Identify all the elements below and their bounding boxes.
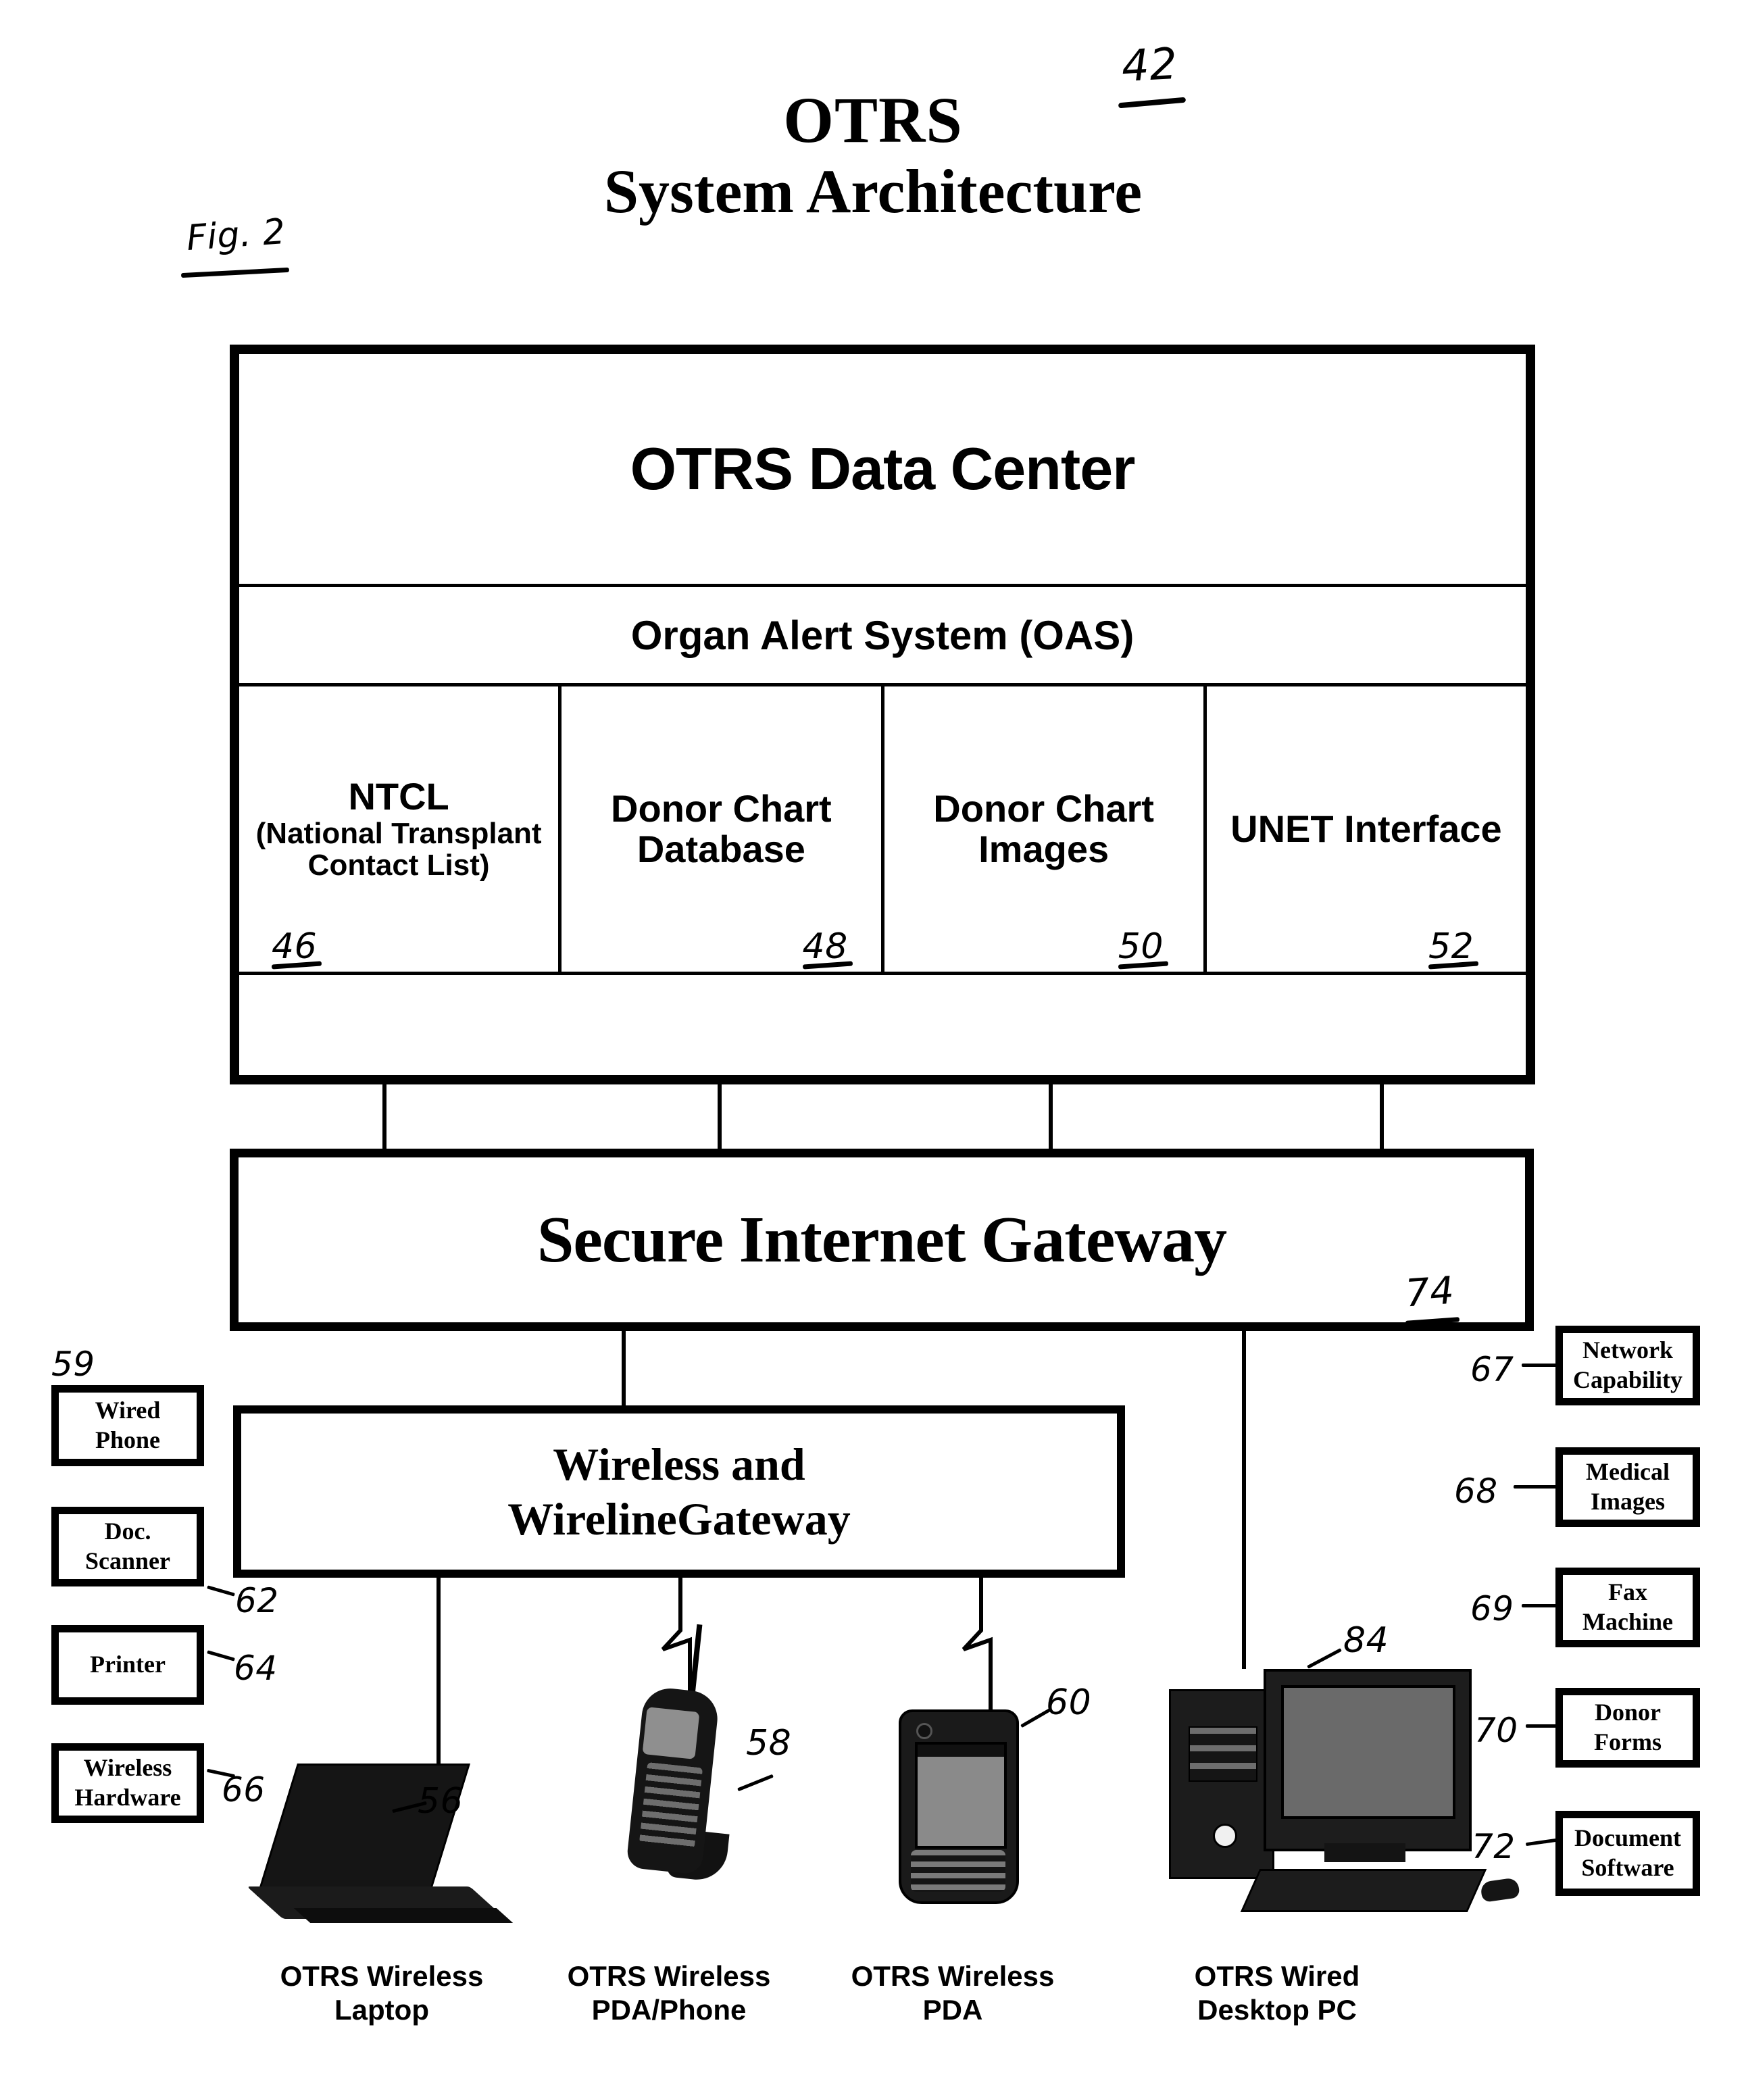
peripheral-box-donor-forms: Donor Forms (1555, 1688, 1700, 1768)
peripheral-label-printer: Printer (90, 1651, 166, 1678)
pda-indicator-dot (916, 1723, 932, 1739)
caption-otrs-wireless-pda-phone: OTRS Wireless PDA/Phone (567, 1960, 771, 2026)
wireless-wireline-gateway-line1: Wireless and (553, 1439, 805, 1491)
pc-drive-bays (1189, 1726, 1257, 1782)
peripheral-label-wireless-hardware: Wireless Hardware (74, 1754, 181, 1811)
pc-monitor-screen (1281, 1685, 1455, 1819)
connector-sig-wireless-gateway (622, 1331, 626, 1407)
peripheral-box-network-capability: Network Capability (1555, 1326, 1700, 1405)
reference-numeral-42: 42 (1120, 39, 1179, 93)
laptop-illustration (247, 1764, 549, 1966)
connector-sig-desktop-pc (1242, 1331, 1246, 1669)
pda-status-bar (918, 1745, 1004, 1757)
diagram-title-line2: System Architecture (603, 157, 1143, 226)
pda-illustration (899, 1709, 1034, 1912)
caption-otrs-wired-desktop-pc: OTRS Wired Desktop PC (1194, 1960, 1360, 2026)
connector-dc-sig-1 (382, 1084, 386, 1149)
peripheral-box-printer: Printer (51, 1625, 204, 1705)
diagram-title-line1: OTRS (783, 84, 963, 156)
pc-mouse (1480, 1877, 1520, 1903)
pc-monitor-stand (1324, 1843, 1405, 1862)
reference-numeral-67: 67 (1470, 1350, 1514, 1389)
reference-numeral-52: 52 (1428, 926, 1479, 970)
connector-dc-sig-3 (1049, 1084, 1053, 1149)
subsystem-cell-donor-chart-images: Donor Chart Images 50 (884, 686, 1207, 972)
reference-numeral-68: 68 (1454, 1472, 1498, 1511)
peripheral-label-network-capability: Network Capability (1572, 1336, 1683, 1393)
reference-numeral-66: 66 (222, 1770, 266, 1809)
pda-body (899, 1709, 1019, 1904)
peripheral-label-document-software: Document Software (1574, 1824, 1681, 1881)
data-center-title-row: OTRS Data Center (239, 354, 1526, 587)
phone-keypad (639, 1762, 703, 1849)
leader-line-62 (207, 1585, 235, 1597)
peripheral-label-donor-forms: Donor Forms (1594, 1699, 1662, 1755)
data-center-title: OTRS Data Center (630, 435, 1136, 502)
leader-line-67 (1522, 1364, 1557, 1367)
subsystem-label-sub: (National Transplant Contact List) (255, 816, 542, 882)
reference-numeral-56: 56 (418, 1781, 464, 1822)
peripheral-label-doc-scanner: Doc. Scanner (85, 1518, 170, 1574)
subsystem-label-donor-chart-images: Donor Chart Images (933, 786, 1154, 870)
secure-internet-gateway-title: Secure Internet Gateway (537, 1203, 1227, 1276)
desktop-pc-illustration (1169, 1669, 1534, 1939)
pc-tower (1169, 1689, 1274, 1879)
peripheral-box-wireless-hardware: Wireless Hardware (51, 1743, 204, 1823)
wireless-wireline-gateway-box: Wireless and WirelineGateway (233, 1405, 1125, 1578)
wireless-wireline-gateway-line2: WirelineGateway (507, 1493, 851, 1545)
organ-alert-system-title: Organ Alert System (OAS) (630, 612, 1134, 658)
reference-numeral-74: 74 (1403, 1268, 1456, 1316)
diagram-title: OTRS System Architecture (0, 88, 1746, 230)
leader-line-64 (207, 1650, 235, 1661)
figure-label-underline (180, 267, 290, 278)
connector-wg-laptop (436, 1578, 441, 1780)
subsystem-label-donor-chart-database: Donor Chart Database (611, 786, 832, 870)
peripheral-label-fax-machine: Fax Machine (1582, 1578, 1673, 1635)
subsystem-cell-donor-chart-database: Donor Chart Database 48 (562, 686, 884, 972)
peripheral-box-medical-images: Medical Images (1555, 1447, 1700, 1527)
pc-keyboard (1240, 1869, 1487, 1912)
connector-dc-sig-2 (718, 1084, 722, 1149)
peripheral-box-wired-phone: Wired Phone (51, 1385, 204, 1466)
organ-alert-system-row: Organ Alert System (OAS) (239, 587, 1526, 686)
phone-screen (642, 1707, 700, 1759)
pc-power-button (1213, 1824, 1237, 1848)
reference-numeral-64: 64 (234, 1649, 278, 1688)
reference-numeral-58: 58 (746, 1723, 792, 1764)
data-center-bottom-strip (239, 975, 1526, 1075)
peripheral-label-wired-phone: Wired Phone (95, 1397, 161, 1453)
leader-line-69 (1522, 1604, 1557, 1607)
pda-phone-illustration (626, 1624, 791, 1932)
laptop-keyboard (293, 1908, 514, 1923)
leader-line-68 (1514, 1485, 1557, 1489)
reference-numeral-84: 84 (1343, 1620, 1389, 1661)
caption-otrs-wireless-pda: OTRS Wireless PDA (851, 1960, 1055, 2026)
reference-numeral-46: 46 (271, 926, 322, 970)
reference-numeral-59: 59 (51, 1345, 95, 1384)
connector-dc-sig-4 (1380, 1084, 1384, 1149)
reference-numeral-50: 50 (1118, 926, 1168, 970)
otrs-data-center-box: OTRS Data Center Organ Alert System (OAS… (230, 345, 1535, 1084)
reference-numeral-69: 69 (1470, 1589, 1514, 1628)
reference-numeral-48: 48 (802, 926, 853, 970)
subsystem-cell-ntcl: NTCL (National Transplant Contact List) … (239, 686, 562, 972)
pc-monitor (1264, 1669, 1472, 1851)
secure-internet-gateway-box: Secure Internet Gateway (230, 1149, 1534, 1331)
peripheral-label-medical-images: Medical Images (1586, 1458, 1670, 1515)
pda-keypad (911, 1850, 1005, 1892)
reference-numeral-60: 60 (1046, 1682, 1092, 1723)
peripheral-box-document-software: Document Software (1555, 1811, 1700, 1896)
subsystem-cell-unet-interface: UNET Interface 52 (1207, 686, 1526, 972)
leader-line-84 (1307, 1648, 1342, 1669)
subsystem-label-unet-interface: UNET Interface (1230, 807, 1502, 850)
subsystem-label-main: NTCL (348, 775, 449, 818)
peripheral-box-fax-machine: Fax Machine (1555, 1568, 1700, 1647)
data-center-subsystem-row: NTCL (National Transplant Contact List) … (239, 686, 1526, 975)
reference-numeral-62: 62 (235, 1581, 279, 1620)
pda-screen (915, 1742, 1007, 1849)
peripheral-box-doc-scanner: Doc. Scanner (51, 1507, 204, 1586)
caption-otrs-wireless-laptop: OTRS Wireless Laptop (280, 1960, 484, 2026)
subsystem-label-ntcl: NTCL (National Transplant Contact List) (245, 776, 553, 882)
